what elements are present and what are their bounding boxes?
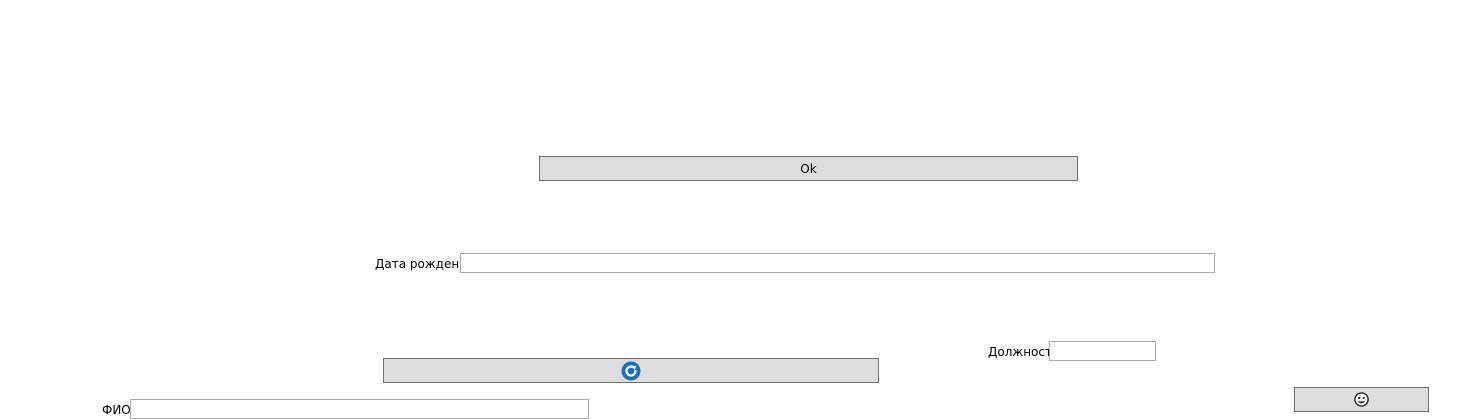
ok-button-label: Ok (800, 161, 817, 176)
face-icon (1354, 392, 1369, 407)
ok-button[interactable]: Ok (539, 156, 1078, 181)
refresh-icon (621, 361, 641, 381)
face-button[interactable] (1294, 387, 1429, 412)
fio-label: ФИО (102, 403, 131, 417)
position-input[interactable] (1049, 341, 1156, 361)
refresh-button[interactable] (383, 358, 879, 383)
birth-date-input[interactable] (460, 253, 1215, 273)
fio-input[interactable] (130, 399, 589, 419)
